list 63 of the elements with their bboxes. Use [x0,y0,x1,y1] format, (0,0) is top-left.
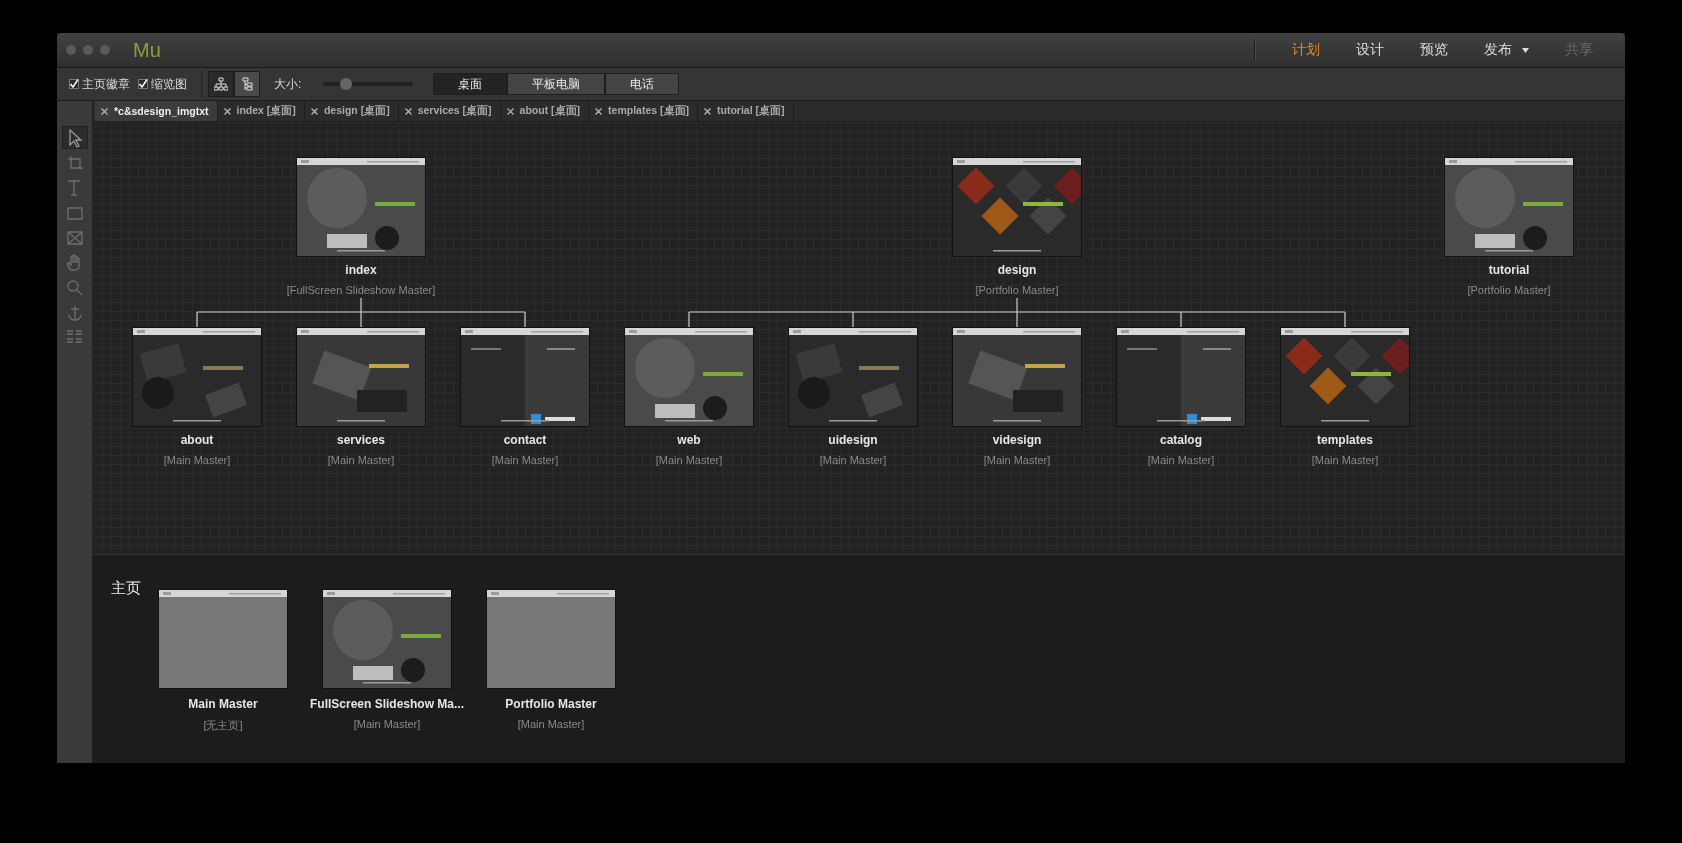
master-label: [Main Master] [819,454,887,467]
hierarchy-icon [214,77,228,91]
device-button[interactable]: 桌面 [433,73,508,95]
caret-icon [1522,47,1529,53]
document-tab[interactable]: about [桌面] [500,101,590,121]
document-tab[interactable]: *c&sdesign_imgtxt [95,101,218,121]
master-label: [Main Master] [491,454,559,467]
page-name: web [677,433,701,447]
app-logo: Mu [133,38,161,62]
outline-layout-button[interactable] [234,71,260,97]
master-label: [Main Master] [655,454,723,467]
master-label: [Main Master] [1147,454,1215,467]
size-label: 大小: [274,75,302,93]
device-button[interactable]: 平板电脑 [507,73,606,95]
mode-tab[interactable]: 发布 [1484,41,1529,59]
master-label: [Portfolio Master] [975,284,1059,297]
checkbox[interactable] [138,79,148,89]
master-name: Main Master [188,697,258,711]
close-icon[interactable] [704,107,711,115]
document-tab[interactable]: templates [桌面] [589,101,698,121]
page-name: videsign [992,433,1042,447]
document-tab[interactable]: tutorial [桌面] [698,101,794,121]
master-label: [FullScreen Slideshow Master] [286,284,436,297]
page-name: tutorial [1488,263,1530,277]
page-name: design [997,263,1037,277]
checkbox-label: 主页徽章 [82,75,130,93]
close-icon[interactable] [310,107,318,115]
master-name: Portfolio Master [505,697,597,711]
device-button[interactable]: 电话 [605,73,680,95]
slider-thumb[interactable] [339,78,352,90]
document-tab[interactable]: design [桌面] [304,101,399,121]
close-icon[interactable] [404,107,412,115]
master-label: [无主页] [203,718,243,733]
close-icon[interactable] [595,107,603,115]
mode-tab[interactable]: 计划 [1292,41,1320,59]
close-icon[interactable] [506,107,514,115]
checkbox[interactable] [69,79,79,89]
close-icon[interactable] [101,107,108,115]
master-label: [Main Master] [983,454,1051,467]
master-label: [Main Master] [1311,454,1379,467]
master-label: [Portfolio Master] [1467,284,1551,297]
master-label: [Main Master] [353,718,421,730]
section-title: 主页 [111,579,141,598]
page-name: services [336,433,385,447]
mode-tab[interactable]: 预览 [1420,41,1448,59]
page-name: catalog [1160,433,1202,447]
master-label: [Main Master] [327,454,395,467]
page-name: index [345,263,377,277]
master-name: FullScreen Slideshow Ma... [309,697,464,711]
page-name: uidesign [828,433,878,447]
page-name: contact [503,433,547,447]
pointer-icon[interactable] [62,127,87,148]
page-name: about [180,433,214,447]
tree-layout-button[interactable] [208,71,234,97]
close-icon[interactable] [223,107,231,115]
master-label: [Main Master] [163,454,231,467]
page-name: templates [1317,433,1373,447]
document-tab[interactable]: services [桌面] [398,101,501,121]
checkbox-label: 缩览图 [151,75,187,93]
master-label: [Main Master] [517,718,585,730]
outline-icon [240,77,254,91]
mode-tab[interactable]: 设计 [1356,41,1384,59]
document-tab[interactable]: index [桌面] [217,101,305,121]
